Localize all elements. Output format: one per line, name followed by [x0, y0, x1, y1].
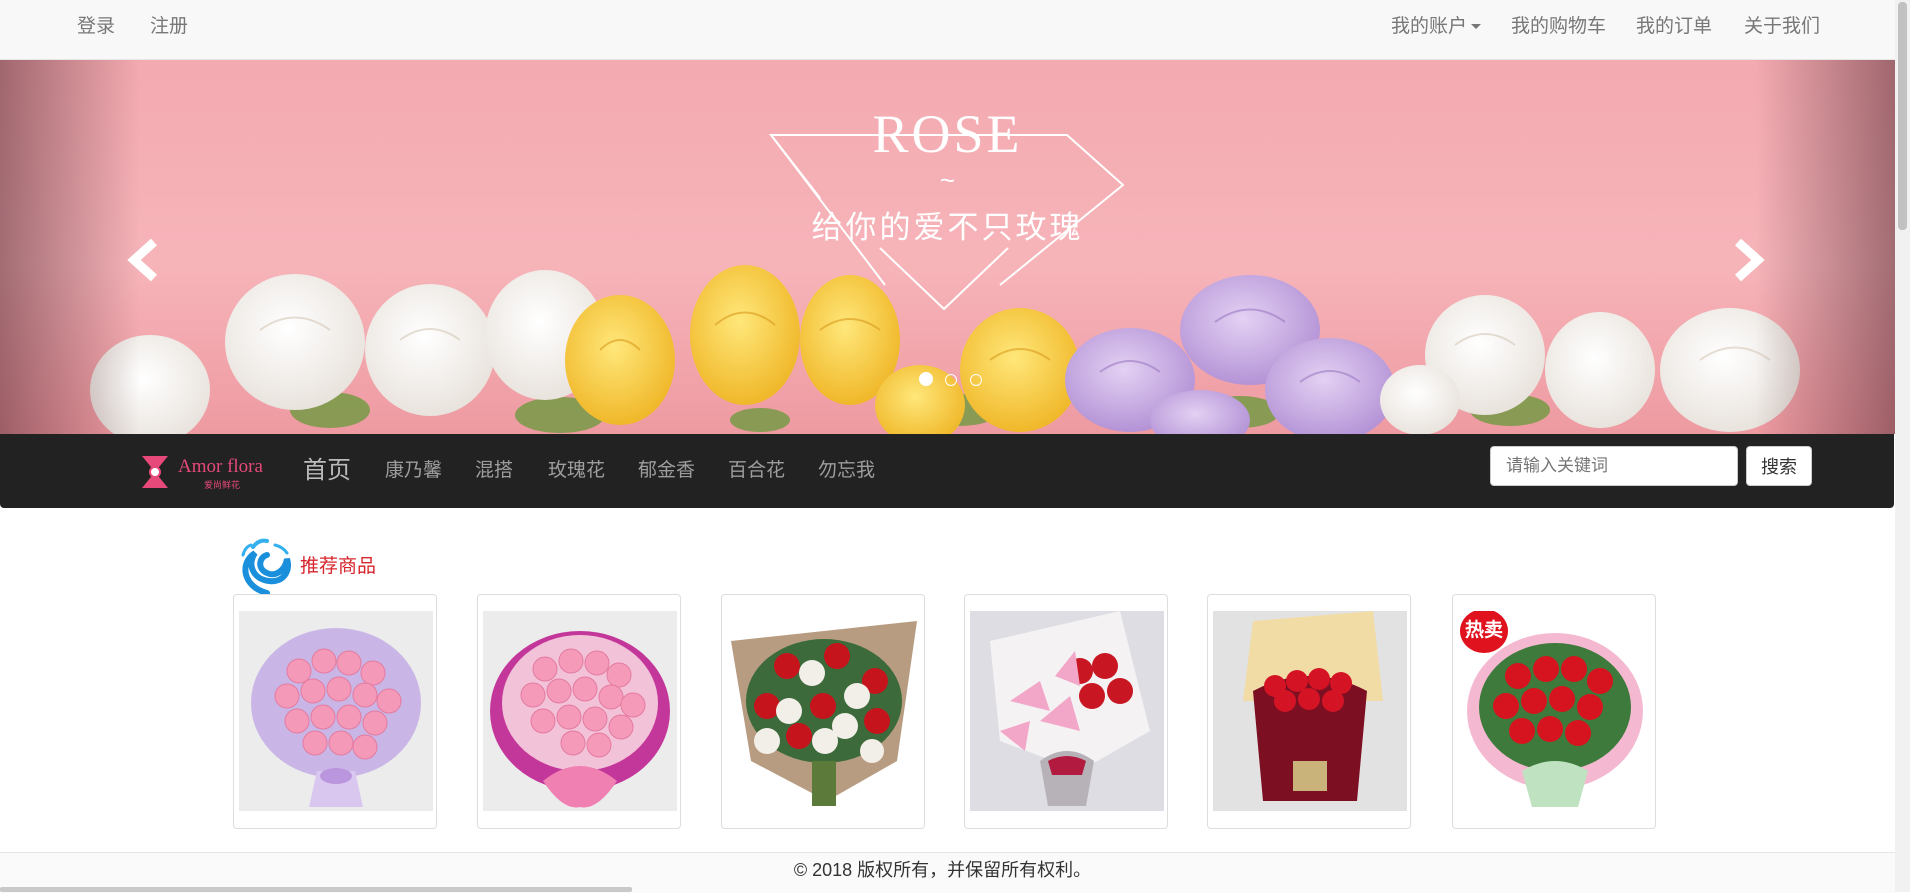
banner-tilde: ~	[939, 165, 956, 195]
caret-down-icon	[1471, 24, 1482, 30]
search-button[interactable]: 搜索	[1746, 446, 1812, 486]
scrollbar-thumb[interactable]	[1898, 2, 1907, 230]
about-link[interactable]: 关于我们	[1744, 0, 1820, 54]
brand-logo[interactable]: Amor flora 爱尚鲜花	[138, 452, 278, 492]
carousel-indicator-1[interactable]	[919, 372, 933, 386]
chevron-right-icon	[1734, 238, 1765, 282]
banner-title: ROSE	[872, 104, 1023, 164]
swirl-icon	[241, 538, 291, 596]
logo-subtext: 爱尚鲜花	[204, 480, 241, 490]
product-card-2[interactable]	[477, 594, 681, 829]
carousel-indicator-3[interactable]	[969, 374, 982, 386]
account-dropdown[interactable]: 我的账户	[1391, 0, 1482, 54]
search-input[interactable]	[1490, 446, 1738, 486]
carousel-next-button[interactable]	[1720, 230, 1780, 290]
top-navbar: 登录 注册 我的账户 我的购物车 我的订单 关于我们	[0, 0, 1895, 60]
login-link[interactable]: 登录	[77, 0, 115, 54]
vertical-scrollbar[interactable]	[1895, 0, 1910, 892]
nav-forget-me-not[interactable]: 勿忘我	[818, 434, 875, 508]
cart-link[interactable]: 我的购物车	[1511, 0, 1606, 54]
banner-subtitle: 给你的爱不只玫瑰	[811, 210, 1084, 246]
orders-link[interactable]: 我的订单	[1636, 0, 1712, 54]
nav-carnation[interactable]: 康乃馨	[385, 434, 442, 508]
hot-sale-badge: 热卖	[1460, 611, 1508, 653]
nav-tulip[interactable]: 郁金香	[638, 434, 695, 508]
nav-lily[interactable]: 百合花	[728, 434, 785, 508]
chevron-left-icon	[127, 238, 158, 282]
product-image	[239, 611, 433, 811]
product-image	[727, 611, 921, 811]
product-image	[483, 611, 677, 811]
product-image	[970, 611, 1164, 811]
product-card-3[interactable]	[721, 594, 925, 829]
product-card-6[interactable]: 热卖	[1452, 594, 1656, 829]
carousel-prev-button[interactable]	[112, 230, 172, 290]
nav-home[interactable]: 首页	[303, 434, 351, 508]
product-card-4[interactable]	[964, 594, 1168, 829]
product-image: 热卖	[1458, 611, 1652, 811]
banner-carousel: ROSE ~ 给你的爱不只玫瑰	[0, 60, 1895, 434]
nav-mixed[interactable]: 混搭	[475, 434, 513, 508]
account-label: 我的账户	[1391, 16, 1468, 37]
carousel-indicator-2[interactable]	[945, 374, 958, 386]
copyright-text: © 2018 版权所有，并保留所有权利。	[793, 860, 1092, 880]
register-link[interactable]: 注册	[150, 0, 188, 54]
recommended-title: 推荐商品	[300, 556, 377, 577]
category-navbar: Amor flora 爱尚鲜花 首页 康乃馨 混搭 玫瑰花 郁金香 百合花 勿忘…	[0, 434, 1894, 508]
logo-text: Amor flora	[178, 456, 263, 477]
carousel-indicators	[915, 372, 986, 391]
product-card-5[interactable]	[1207, 594, 1411, 829]
product-card-1[interactable]	[233, 594, 437, 829]
product-image	[1213, 611, 1407, 811]
nav-rose[interactable]: 玫瑰花	[548, 434, 605, 508]
horizontal-scrollbar[interactable]	[0, 887, 632, 892]
flower-logo-icon	[142, 456, 168, 488]
